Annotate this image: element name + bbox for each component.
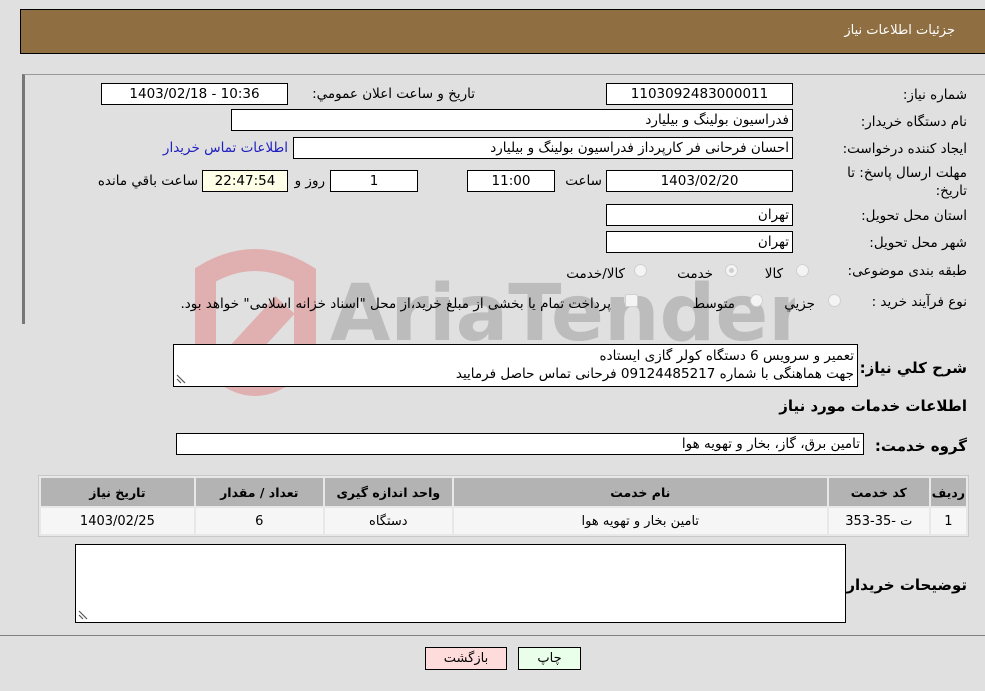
description-label: شرح كلي نياز: (859, 359, 967, 377)
deadline-time-label: ساعت (565, 173, 602, 189)
buyer-org-label: نام دستگاه خریدار: (860, 114, 967, 130)
category-option-goods: کالا (764, 266, 783, 282)
purchase-option-minor: جزيي (784, 296, 815, 312)
announce-datetime-field: 1403/02/18 - 10:36 (101, 83, 288, 105)
resize-grip-icon[interactable] (78, 610, 88, 620)
description-line-1: تعمیر و سرویس 6 دستگاه کولر گازی ایستاده (599, 348, 854, 364)
page-title: جزئیات اطلاعات نیاز (844, 23, 955, 38)
service-group-field: تامین برق، گاز، بخار و تهویه هوا (176, 433, 864, 455)
col-quantity: تعداد / مقدار (195, 478, 323, 506)
category-radio-service[interactable] (725, 264, 738, 277)
remaining-days-field: 1 (330, 170, 418, 192)
deadline-date-field: 1403/02/20 (606, 170, 793, 192)
remaining-time-label: ساعت باقي مانده (97, 173, 198, 189)
treasury-note: پرداخت تمام یا بخشی از مبلغ خرید،از محل … (180, 296, 611, 312)
buyer-notes-textarea[interactable] (75, 544, 846, 623)
treasury-checkbox[interactable] (625, 294, 638, 307)
buyer-org-field: فدراسیون بولینگ و بیلیارد (231, 109, 793, 131)
col-service-name: نام خدمت (453, 478, 827, 506)
purchase-option-medium: متوسط (692, 296, 735, 312)
services-table: ردیف کد خدمت نام خدمت واحد اندازه گیری ت… (38, 475, 969, 537)
cell-service-name: تامین بخار و تهویه هوا (453, 508, 827, 534)
divider (0, 635, 985, 636)
requester-label: ایجاد کننده درخواست: (842, 141, 967, 157)
purchase-type-label: نوع فرآیند خرید : (871, 294, 967, 310)
col-unit: واحد اندازه گیری (324, 478, 452, 506)
announce-datetime-label: تاریخ و ساعت اعلان عمومي: (312, 86, 475, 102)
page-header: جزئیات اطلاعات نیاز (20, 9, 985, 54)
back-button[interactable]: بازگشت (425, 647, 507, 670)
city-label: شهر محل تحویل: (869, 235, 967, 251)
requester-field: احسان فرحانی فر کارپرداز فدراسیون بولینگ… (293, 137, 793, 159)
category-label: طبقه بندی موضوعی: (847, 263, 967, 279)
purchase-radio-medium[interactable] (750, 294, 763, 307)
category-radio-goods[interactable] (796, 264, 809, 277)
description-textarea[interactable]: تعمیر و سرویس 6 دستگاه کولر گازی ایستاده… (173, 344, 858, 387)
col-need-date: تاریخ نیاز (41, 478, 194, 506)
table-header-row: ردیف کد خدمت نام خدمت واحد اندازه گیری ت… (41, 478, 966, 506)
col-row-number: ردیف (930, 478, 966, 506)
buyer-notes-label: توضیحات خریدار: (840, 576, 967, 594)
cell-row-number: 1 (930, 508, 966, 534)
province-label: استان محل تحویل: (861, 208, 967, 224)
buyer-contact-link[interactable]: اطلاعات تماس خریدار (163, 140, 288, 156)
service-group-label: گروه خدمت: (874, 437, 967, 455)
category-radio-goods-service[interactable] (634, 264, 647, 277)
deadline-label-date: تاریخ: (935, 183, 967, 199)
table-row: 1 ت -35-353 تامین بخار و تهویه هوا دستگا… (41, 508, 966, 534)
need-number-field: 1103092483000011 (606, 83, 793, 105)
deadline-label: مهلت ارسال پاسخ: تا (847, 165, 967, 181)
province-field: تهران (606, 204, 793, 226)
cell-unit: دستگاه (324, 508, 452, 534)
city-field: تهران (606, 231, 793, 253)
days-label: روز و (294, 173, 325, 189)
category-option-service: خدمت (677, 266, 713, 282)
purchase-radio-minor[interactable] (828, 294, 841, 307)
remaining-time-field: 22:47:54 (202, 170, 288, 192)
cell-service-code: ت -35-353 (828, 508, 929, 534)
need-number-label: شماره نیاز: (902, 87, 967, 103)
col-service-code: کد خدمت (828, 478, 929, 506)
category-option-goods-service: کالا/خدمت (566, 266, 625, 282)
print-button[interactable]: چاپ (518, 647, 581, 670)
deadline-time-field: 11:00 (467, 170, 555, 192)
description-line-2: جهت هماهنگی با شماره 09124485217 فرحانی … (455, 366, 854, 382)
cell-need-date: 1403/02/25 (41, 508, 194, 534)
services-section-title: اطلاعات خدمات مورد نیاز (779, 397, 967, 415)
resize-grip-icon[interactable] (176, 374, 186, 384)
cell-quantity: 6 (195, 508, 323, 534)
